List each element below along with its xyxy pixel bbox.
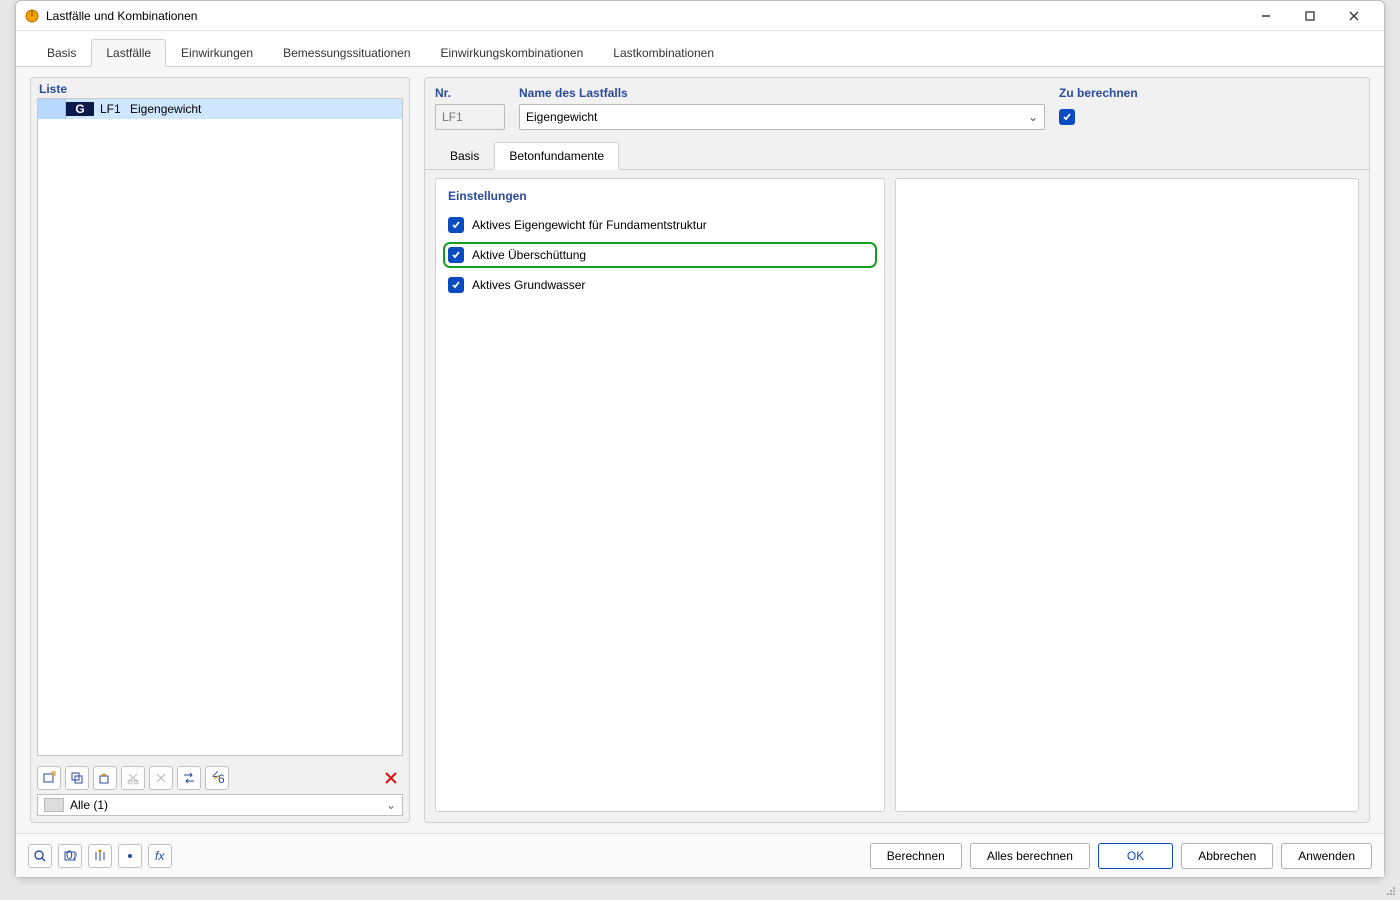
list-panel: Liste G LF1 Eigengewicht 26 [30,77,410,823]
apply-button[interactable]: Anwenden [1281,843,1372,869]
tab-lastfaelle[interactable]: Lastfälle [91,39,166,67]
list-item[interactable]: G LF1 Eigengewicht [38,99,402,119]
setting-row-grundwasser: Aktives Grundwasser [448,277,872,293]
settings-heading: Einstellungen [448,189,872,203]
load-case-name: Eigengewicht [130,102,201,116]
subtab-basis[interactable]: Basis [435,142,494,169]
view-button[interactable] [88,844,112,868]
titlebar: Lastfälle und Kombinationen [16,1,1384,31]
setting-label: Aktives Eigengewicht für Fundamentstrukt… [472,218,707,232]
list-toolbar: 26 [31,762,409,794]
calculate-all-button[interactable]: Alles berechnen [970,843,1090,869]
chevron-down-icon: ⌄ [386,798,396,812]
preview-pane [895,178,1359,812]
tab-bemessungssituationen[interactable]: Bemessungssituationen [268,39,425,66]
setting-row-eigengewicht: Aktives Eigengewicht für Fundamentstrukt… [448,217,872,233]
nr-field[interactable]: LF1 [435,104,505,130]
nr-label: Nr. [435,86,505,100]
filter-swatch-icon [44,798,64,812]
name-label: Name des Lastfalls [519,86,1045,100]
app-icon [24,8,40,24]
dialog-footer: 0,00 fx Berechnen Alles berechnen OK Abb… [16,833,1384,877]
tab-lastkombinationen[interactable]: Lastkombinationen [598,39,729,66]
swap-button[interactable] [177,766,201,790]
detail-panel: Nr. LF1 Name des Lastfalls Eigengewicht … [424,77,1370,823]
edit-item-button[interactable] [149,766,173,790]
resize-grip-icon[interactable] [1386,886,1396,896]
renumber-button[interactable]: 26 [205,766,229,790]
active-groundwater-checkbox[interactable] [448,277,464,293]
tab-einwirkungskombinationen[interactable]: Einwirkungskombinationen [426,39,599,66]
subtab-betonfundamente[interactable]: Betonfundamente [494,142,619,170]
load-case-code: LF1 [98,102,130,116]
setting-row-ueberschuettung: Aktive Überschüttung [448,247,872,263]
setting-label: Aktives Grundwasser [472,278,585,292]
copy-item-button[interactable] [65,766,89,790]
settings-pane: Einstellungen Aktives Eigengewicht für F… [435,178,885,812]
list-heading: Liste [31,78,409,98]
delete-item-button[interactable] [379,766,403,790]
name-select[interactable]: Eigengewicht ⌄ [519,104,1045,130]
svg-text:6: 6 [218,772,224,785]
svg-text:fx: fx [155,849,165,863]
minimize-button[interactable] [1244,2,1288,30]
main-tabs: Basis Lastfälle Einwirkungen Bemessungss… [16,31,1384,67]
help-button[interactable] [28,844,52,868]
filter-label: Alle (1) [70,798,108,812]
filter-select[interactable]: Alle (1) ⌄ [37,794,403,816]
svg-text:0,00: 0,00 [66,849,77,862]
tab-einwirkungen[interactable]: Einwirkungen [166,39,268,66]
point-button[interactable] [118,844,142,868]
to-calculate-checkbox[interactable] [1059,109,1075,125]
active-overfill-checkbox[interactable] [448,247,464,263]
close-button[interactable] [1332,2,1376,30]
new-item-button[interactable] [37,766,61,790]
calc-label: Zu berechnen [1059,86,1359,100]
chevron-down-icon: ⌄ [1028,110,1038,124]
window-title: Lastfälle und Kombinationen [46,9,1244,23]
tab-basis[interactable]: Basis [32,39,91,66]
ok-button[interactable]: OK [1098,843,1173,869]
cut-item-button[interactable] [121,766,145,790]
maximize-button[interactable] [1288,2,1332,30]
insert-item-button[interactable] [93,766,117,790]
detail-subtabs: Basis Betonfundamente [425,138,1369,170]
category-badge: G [66,102,94,116]
calculate-button[interactable]: Berechnen [870,843,962,869]
list-item-marker [38,99,66,119]
units-button[interactable]: 0,00 [58,844,82,868]
active-selfweight-checkbox[interactable] [448,217,464,233]
function-button[interactable]: fx [148,844,172,868]
cancel-button[interactable]: Abbrechen [1181,843,1273,869]
setting-label: Aktive Überschüttung [472,248,586,262]
load-case-list[interactable]: G LF1 Eigengewicht [37,98,403,756]
